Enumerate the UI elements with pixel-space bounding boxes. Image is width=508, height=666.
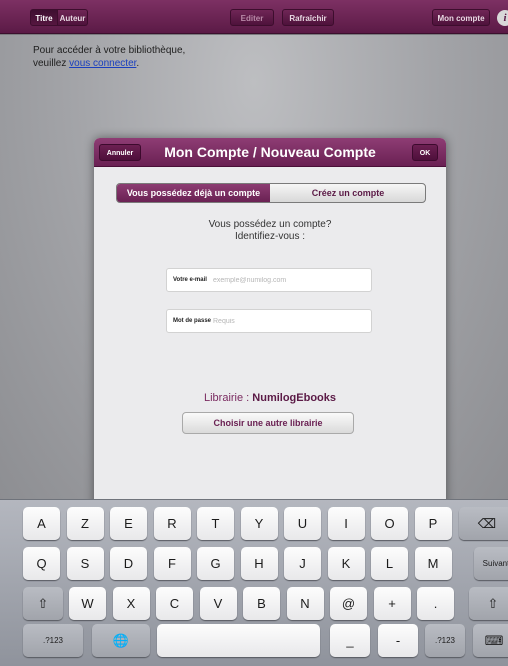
refresh-button[interactable]: Rafraîchir bbox=[282, 9, 334, 26]
hide-keyboard-key[interactable]: ⌨ bbox=[473, 624, 508, 657]
key-b[interactable]: B bbox=[243, 587, 280, 620]
login-message-prefix: veuillez bbox=[33, 58, 70, 69]
key-x[interactable]: X bbox=[112, 587, 150, 620]
key-y[interactable]: Y bbox=[240, 507, 278, 540]
shift-key-left[interactable]: ⇧ bbox=[23, 587, 63, 620]
globe-key[interactable]: 🌐 bbox=[92, 624, 150, 657]
key-u[interactable]: U bbox=[284, 507, 321, 540]
account-mode-tabs: Vous possédez déjà un compte Créez un co… bbox=[116, 183, 426, 203]
backspace-key[interactable]: ⌫ bbox=[459, 507, 508, 540]
key-c[interactable]: C bbox=[156, 587, 193, 620]
key-a[interactable]: A bbox=[23, 507, 60, 540]
key-i[interactable]: I bbox=[327, 507, 365, 540]
onscreen-keyboard: AZERTYUIOP ⌫ QSDFGHJKLM Suivant ⇧ WXCVBN… bbox=[0, 499, 508, 666]
key-z[interactable]: Z bbox=[66, 507, 104, 540]
key-l[interactable]: L bbox=[371, 547, 408, 580]
ok-button[interactable]: OK bbox=[412, 144, 438, 161]
key-r[interactable]: R bbox=[153, 507, 191, 540]
key-e[interactable]: E bbox=[110, 507, 147, 540]
edit-button[interactable]: Editer bbox=[230, 9, 274, 26]
key-w[interactable]: W bbox=[69, 587, 106, 620]
key-t[interactable]: T bbox=[197, 507, 234, 540]
email-field[interactable]: Votre e-mail bbox=[166, 268, 372, 292]
key-v[interactable]: V bbox=[199, 587, 237, 620]
login-message-suffix: . bbox=[136, 58, 140, 69]
key-h[interactable]: H bbox=[240, 547, 278, 580]
email-label: Votre e-mail bbox=[173, 277, 207, 283]
key-q[interactable]: Q bbox=[23, 547, 60, 580]
sort-titre-button[interactable]: Titre bbox=[30, 9, 58, 26]
key-d[interactable]: D bbox=[110, 547, 147, 580]
key-k[interactable]: K bbox=[327, 547, 365, 580]
modal-title: Mon Compte / Nouveau Compte bbox=[164, 144, 376, 160]
return-key[interactable]: Suivant bbox=[474, 547, 508, 580]
shift-key-right[interactable]: ⇧ bbox=[469, 587, 508, 620]
space-key[interactable] bbox=[157, 624, 320, 657]
numbers-key-right[interactable]: .?123 bbox=[425, 624, 465, 657]
current-library: Librairie : NumilogEbooks bbox=[94, 392, 446, 404]
tab-create-account[interactable]: Créez un compte bbox=[270, 184, 425, 202]
password-input[interactable] bbox=[213, 314, 363, 328]
choose-library-button[interactable]: Choisir une autre librairie bbox=[182, 412, 354, 434]
login-message-line1: Pour accéder à votre bibliothèque, bbox=[33, 45, 186, 56]
modal-navbar: Mon Compte / Nouveau Compte Annuler OK bbox=[94, 138, 446, 167]
key-g[interactable]: G bbox=[197, 547, 234, 580]
numbers-key-left[interactable]: .?123 bbox=[23, 624, 83, 657]
key-j[interactable]: J bbox=[284, 547, 321, 580]
login-message: Pour accéder à votre bibliothèque, veuil… bbox=[33, 44, 233, 70]
password-field[interactable]: Mot de passe bbox=[166, 309, 372, 333]
sort-auteur-button[interactable]: Auteur bbox=[58, 9, 88, 26]
password-label: Mot de passe bbox=[173, 318, 212, 324]
email-input[interactable] bbox=[213, 273, 363, 287]
key-s[interactable]: S bbox=[66, 547, 104, 580]
key-plus[interactable]: + bbox=[373, 587, 411, 620]
prompt-line2: Identifiez-vous : bbox=[234, 231, 306, 242]
dash-key[interactable]: - bbox=[378, 624, 418, 657]
prompt-line1: Vous possédez un compte? bbox=[208, 219, 332, 230]
account-button[interactable]: Mon compte bbox=[432, 9, 490, 26]
key-m[interactable]: M bbox=[414, 547, 452, 580]
library-prefix: Librairie : bbox=[203, 392, 253, 404]
key-n[interactable]: N bbox=[286, 587, 324, 620]
top-toolbar: Titre Auteur Editer Rafraîchir Mon compt… bbox=[0, 0, 508, 34]
key-f[interactable]: F bbox=[153, 547, 191, 580]
account-modal: Mon Compte / Nouveau Compte Annuler OK V… bbox=[94, 138, 446, 508]
login-link[interactable]: vous connecter bbox=[69, 58, 136, 69]
underscore-key[interactable]: _ bbox=[330, 624, 370, 657]
library-name: NumilogEbooks bbox=[252, 392, 337, 404]
key-at[interactable]: @ bbox=[330, 587, 367, 620]
key-o[interactable]: O bbox=[371, 507, 408, 540]
cancel-button[interactable]: Annuler bbox=[99, 144, 141, 161]
tab-existing-account[interactable]: Vous possédez déjà un compte bbox=[117, 184, 270, 202]
info-icon[interactable]: i bbox=[497, 10, 508, 26]
login-prompt: Vous possédez un compte? Identifiez-vous… bbox=[94, 219, 446, 243]
key-period[interactable]: . bbox=[417, 587, 454, 620]
key-p[interactable]: P bbox=[414, 507, 452, 540]
